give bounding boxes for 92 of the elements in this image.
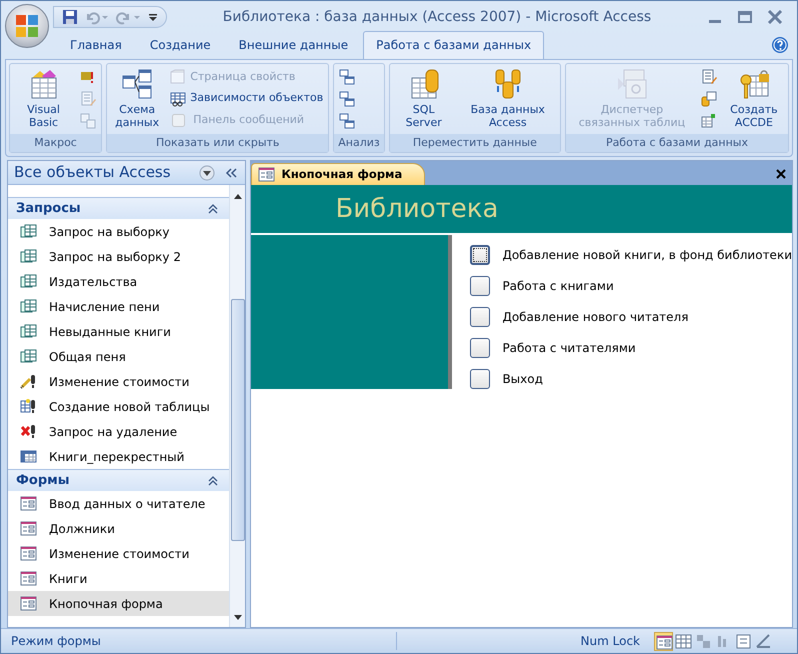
maximize-icon[interactable] bbox=[737, 10, 753, 24]
num-lock-indicator: Num Lock bbox=[580, 633, 641, 650]
ribbon-group-label: Анализ bbox=[334, 134, 384, 152]
nav-group-header[interactable]: Запросы bbox=[8, 197, 230, 219]
button-caption: Работа с читателями bbox=[502, 340, 636, 356]
button-caption: Работа с книгами bbox=[502, 278, 614, 294]
query-icon bbox=[20, 323, 37, 340]
nav-group-title: Формы bbox=[16, 472, 70, 490]
save-icon[interactable] bbox=[62, 9, 78, 25]
query-icon bbox=[20, 248, 37, 265]
ribbon-tab[interactable]: Внешние данные bbox=[226, 31, 362, 59]
ribbon-group-label: Макрос bbox=[10, 134, 102, 152]
status-text: Режим формы bbox=[1, 632, 397, 650]
query-icon bbox=[20, 348, 37, 365]
ribbon-button[interactable]: SQL Server bbox=[392, 66, 455, 132]
ribbon-button[interactable]: Создать ACCDE bbox=[722, 66, 785, 132]
nav-item[interactable]: Невыданные книги bbox=[8, 319, 230, 344]
ribbon-group-label: Работа с базами данных bbox=[566, 134, 788, 152]
ribbon-group-label: Показать или скрыть bbox=[107, 134, 328, 152]
ribbon-tab[interactable]: Работа с базами данных bbox=[363, 31, 544, 59]
nav-item[interactable]: Запрос на удаление bbox=[8, 419, 230, 444]
collapse-group-icon[interactable] bbox=[207, 474, 220, 486]
key-lock-icon bbox=[738, 68, 770, 100]
form-icon bbox=[20, 495, 37, 512]
nav-item[interactable]: Общая пеня bbox=[8, 344, 230, 369]
form-view-icon[interactable] bbox=[654, 632, 673, 650]
dropdown-icon[interactable] bbox=[199, 164, 216, 180]
form-button[interactable] bbox=[470, 338, 490, 358]
query-icon bbox=[20, 223, 37, 240]
button-caption: Выход bbox=[502, 370, 543, 388]
ribbon-group-label: Переместить данные bbox=[390, 134, 560, 152]
nav-group-header[interactable]: Формы bbox=[8, 469, 230, 491]
design-view-icon[interactable] bbox=[754, 632, 773, 650]
nav-item[interactable]: Создание новой таблицы bbox=[8, 394, 230, 419]
form-header-title: Библиотека bbox=[335, 192, 498, 226]
nav-item[interactable]: Начисление пени bbox=[8, 294, 230, 319]
form-button[interactable] bbox=[470, 244, 490, 264]
add-ins-icon[interactable] bbox=[700, 112, 717, 129]
ribbon-button[interactable]: Visual Basic bbox=[13, 66, 74, 132]
datasheet-view-icon[interactable] bbox=[674, 632, 693, 650]
form-button[interactable] bbox=[470, 368, 490, 388]
linked-table-manager-icon bbox=[616, 68, 648, 100]
nav-pane-title: Все объекты Access bbox=[13, 162, 172, 184]
ribbon-tab[interactable]: Создание bbox=[136, 31, 224, 59]
ribbon-tab[interactable]: Главная bbox=[57, 31, 135, 59]
checkbox-label: Панель сообщений bbox=[193, 112, 304, 128]
crosstab-query-icon bbox=[20, 448, 37, 465]
relationships-icon bbox=[121, 68, 154, 100]
nav-item[interactable]: Запрос на выборку bbox=[8, 219, 230, 244]
nav-item[interactable]: Запрос на выборку 2 bbox=[8, 244, 230, 269]
delete-query-icon bbox=[20, 423, 37, 440]
form-icon bbox=[258, 166, 276, 183]
form-icon bbox=[20, 545, 37, 562]
ribbon-button[interactable]: Схема данных bbox=[110, 66, 164, 132]
form-icon bbox=[20, 595, 37, 612]
analyze-table-icon[interactable] bbox=[339, 68, 356, 85]
document-pencil-icon[interactable] bbox=[700, 68, 717, 85]
nav-item[interactable]: Книги_перекрестный bbox=[8, 444, 230, 469]
document-tab[interactable]: Кнопочная форма bbox=[251, 163, 426, 185]
pencil-query-icon bbox=[20, 373, 37, 390]
office-button[interactable] bbox=[5, 4, 49, 48]
help-icon[interactable] bbox=[771, 36, 789, 54]
query-icon bbox=[20, 298, 37, 315]
form-icon bbox=[20, 570, 37, 587]
nav-item[interactable]: Издательства bbox=[8, 269, 230, 294]
form-button[interactable] bbox=[470, 276, 490, 296]
nav-item[interactable]: Изменение стоимости bbox=[8, 541, 230, 566]
ribbon-button[interactable]: База данных Access bbox=[458, 66, 557, 132]
form-button[interactable] bbox=[470, 306, 490, 326]
collapse-group-icon[interactable] bbox=[207, 202, 220, 214]
office-logo-icon bbox=[14, 13, 40, 39]
scrollbar-thumb[interactable] bbox=[230, 299, 245, 541]
nav-item[interactable]: Должники bbox=[8, 516, 230, 541]
form-icon bbox=[20, 520, 37, 537]
nav-item[interactable]: Изменение стоимости bbox=[8, 369, 230, 394]
nav-group-title: Запросы bbox=[16, 200, 81, 218]
nav-item[interactable]: Ввод данных о читателе bbox=[8, 491, 230, 516]
close-icon[interactable] bbox=[767, 10, 783, 24]
button-caption: Добавление новой книги, в фонд библиотеки bbox=[502, 246, 792, 264]
query-icon bbox=[20, 273, 37, 290]
object-dependencies-icon bbox=[170, 90, 186, 107]
analyze-table-icon[interactable] bbox=[339, 90, 356, 107]
layout-view-icon[interactable] bbox=[734, 632, 753, 650]
database-table-icon[interactable] bbox=[700, 90, 717, 107]
window-title: Библиотека : база данных (Access 2007) - Microsoft Access bbox=[222, 8, 652, 26]
button-caption: Добавление нового читателя bbox=[502, 308, 688, 326]
ribbon-button[interactable]: Зависимости объектов bbox=[168, 89, 326, 108]
nav-item[interactable]: Книги bbox=[8, 566, 230, 591]
analyze-table-icon[interactable] bbox=[339, 112, 356, 129]
close-icon bbox=[776, 168, 786, 179]
make-table-query-icon bbox=[20, 398, 37, 415]
nav-item[interactable]: Кнопочная форма bbox=[8, 591, 230, 616]
